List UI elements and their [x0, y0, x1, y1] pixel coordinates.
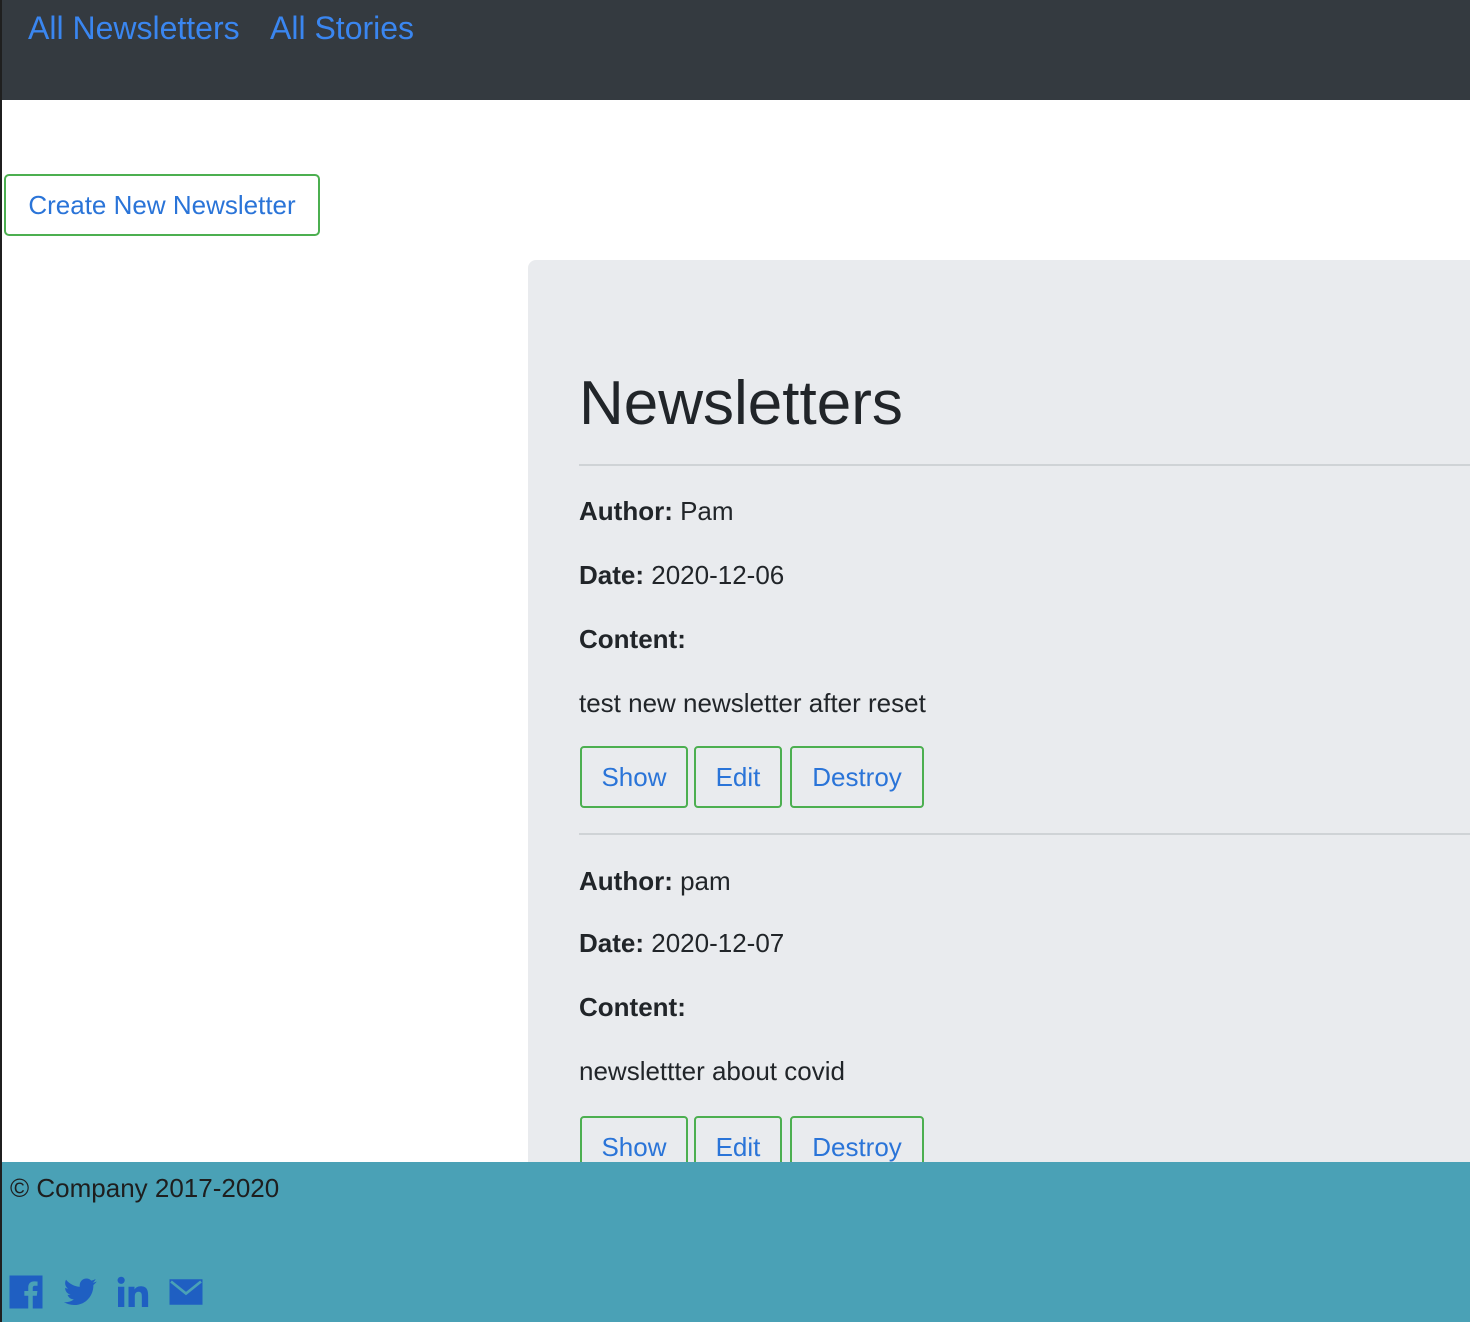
facebook-icon[interactable] — [8, 1274, 44, 1310]
newsletter-content-heading: Content: — [579, 623, 686, 655]
date-label: Date: — [579, 928, 645, 958]
date-label: Date: — [579, 560, 645, 590]
page: All Newsletters All Stories Create New N… — [0, 0, 1470, 1322]
top-navbar: All Newsletters All Stories — [2, 0, 1470, 100]
twitter-icon[interactable] — [62, 1274, 98, 1310]
divider — [579, 833, 1470, 835]
newsletter-date: Date: 2020-12-07 — [579, 927, 784, 959]
newsletter-content: newslettter about covid — [579, 1056, 845, 1086]
edit-button[interactable]: Edit — [694, 746, 782, 808]
author-value: pam — [680, 866, 731, 896]
author-label: Author: — [579, 496, 673, 526]
linkedin-icon[interactable] — [115, 1274, 151, 1310]
newsletters-card: Newsletters Author: Pam Date: 2020-12-06… — [528, 260, 1470, 1180]
page-title: Newsletters — [579, 369, 903, 438]
newsletter-author: Author: Pam — [579, 495, 734, 527]
date-value: 2020-12-06 — [651, 560, 785, 590]
newsletter-date: Date: 2020-12-06 — [579, 559, 784, 591]
copyright-text: © Company 2017-2020 — [10, 1173, 280, 1203]
divider — [579, 464, 1470, 466]
newsletter-author: Author: pam — [579, 865, 731, 897]
nav-link-all-newsletters[interactable]: All Newsletters — [28, 8, 240, 48]
email-icon[interactable] — [168, 1274, 204, 1310]
nav-link-all-stories[interactable]: All Stories — [270, 8, 414, 48]
author-label: Author: — [579, 866, 673, 896]
newsletter-content-heading: Content: — [579, 991, 686, 1023]
author-value: Pam — [680, 496, 734, 526]
show-button[interactable]: Show — [580, 746, 688, 808]
footer: © Company 2017-2020 — [2, 1162, 1470, 1322]
content-label: Content: — [579, 992, 686, 1022]
create-new-newsletter-button[interactable]: Create New Newsletter — [4, 174, 320, 236]
newsletter-content: test new newsletter after reset — [579, 688, 926, 718]
date-value: 2020-12-07 — [651, 928, 785, 958]
destroy-button[interactable]: Destroy — [790, 746, 924, 808]
content-label: Content: — [579, 624, 686, 654]
